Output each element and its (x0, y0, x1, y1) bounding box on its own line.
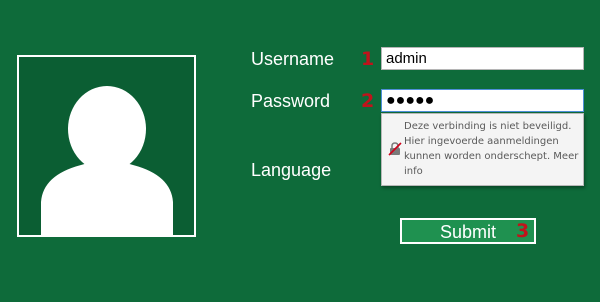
step-marker-2: 2 (361, 90, 375, 112)
user-silhouette-icon (41, 86, 173, 235)
step-marker-1: 1 (361, 48, 375, 70)
password-label: Password (251, 91, 331, 111)
broken-lock-icon (388, 142, 402, 156)
step-marker-3: 3 (516, 220, 530, 242)
tooltip-message[interactable]: Deze verbinding is niet beveiligd. Hier … (404, 119, 582, 179)
user-avatar (17, 55, 196, 237)
insecure-connection-tooltip: Deze verbinding is niet beveiligd. Hier … (381, 113, 584, 186)
language-label: Language (251, 160, 332, 180)
password-input[interactable]: ●●●●● (381, 89, 584, 112)
username-label: Username (251, 49, 335, 69)
username-input[interactable]: admin (381, 47, 584, 70)
submit-button-label: Submit (440, 222, 497, 242)
password-dots: ●●●●● (386, 92, 435, 109)
submit-button[interactable]: Submit 3 (400, 218, 536, 244)
